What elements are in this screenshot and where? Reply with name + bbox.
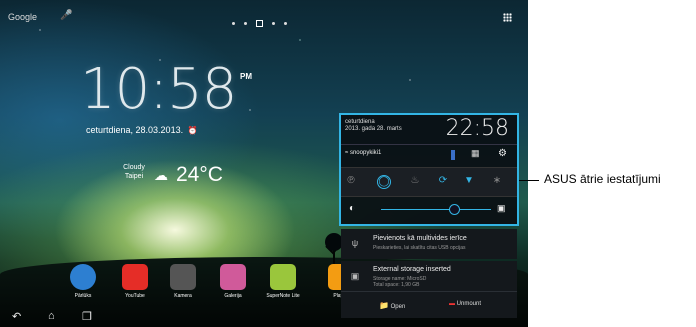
screen-mode-icon[interactable]: ▣ <box>497 203 506 214</box>
mobile-data-toggle-icon[interactable]: ℗ <box>343 173 359 189</box>
notification-title: External storage inserted <box>373 266 451 273</box>
alarm-icon: ⏰ <box>187 126 198 135</box>
page-dot <box>232 22 235 26</box>
page-dot <box>272 22 275 26</box>
eject-icon: ▬ <box>449 301 455 307</box>
wifi-icon: ≈ <box>345 150 349 156</box>
cloud-icon: ☁ <box>154 167 168 183</box>
callout-label: ASUS ātrie iestatījumi <box>544 172 661 186</box>
notification-actions: 📁 Open ▬ Unmount <box>341 291 517 318</box>
notification-title: Pievienots kā multivides ierīce <box>373 235 467 242</box>
notification-usb[interactable]: ψ Pievienots kā multivides ierīce Pieska… <box>341 229 517 259</box>
notification-storage[interactable]: ▣ External storage inserted Storage name… <box>341 261 517 291</box>
tablet-home-screen: Google 🎤 10:58 PM ceturtdiena, 28.03.201… <box>0 0 528 327</box>
battery-icon <box>451 150 455 160</box>
dock-app[interactable]: YouTube <box>118 264 152 299</box>
dock-app-label: Pārlūks <box>74 293 92 299</box>
notification-panel: ceturtdiena 2013. gada 28. marts 22:58 ≈… <box>339 113 519 325</box>
weather-temperature: 24°C <box>176 163 223 186</box>
home-page-marker <box>256 20 263 28</box>
dock-app-label: SuperNote Lite <box>266 293 300 299</box>
wifi-toggle-icon[interactable]: ▼ <box>461 173 477 189</box>
dock-app-label: Galerija <box>224 293 242 299</box>
recent-apps-icon[interactable]: ❐ <box>82 310 92 323</box>
brightness-row: ◐ ▣ <box>341 195 517 224</box>
back-icon[interactable]: ↶ <box>12 310 21 323</box>
qs-toggle-row: ℗ ◯ ♨ ⟳ ▼ ∗ <box>341 167 517 197</box>
apps-grid-icon[interactable] <box>503 13 512 22</box>
weather-condition: Cloudy <box>123 164 145 171</box>
page-dot <box>244 22 247 26</box>
qs-time: 22:58 <box>445 116 509 141</box>
weather-city: Taipei <box>124 173 144 180</box>
google-search-label[interactable]: Google <box>8 12 37 22</box>
dock-app[interactable]: Kamera <box>166 264 200 299</box>
clock-widget[interactable]: 10:58 PM ceturtdiena, 28.03.2013. ⏰ <box>80 57 252 138</box>
microphone-icon[interactable]: 🎤 <box>60 10 72 21</box>
top-bar: Google 🎤 <box>0 0 528 32</box>
unmount-button[interactable]: ▬ Unmount <box>449 301 481 307</box>
supernote-icon <box>270 264 296 290</box>
wifi-name: snoopykiki1 <box>349 150 382 156</box>
clock-time: 10:58 <box>80 57 237 122</box>
brightness-slider-handle[interactable] <box>449 204 460 215</box>
settings-gear-icon[interactable]: ⚙ <box>498 148 507 159</box>
camera-icon <box>170 264 196 290</box>
gallery-icon <box>220 264 246 290</box>
qs-day: ceturtdiena <box>345 119 375 125</box>
dock-app-label: YouTube <box>125 293 145 299</box>
notification-storage-space: Total space: 1,90 GB <box>373 282 420 288</box>
clock-date: ceturtdiena, 28.03.2013. <box>86 125 184 135</box>
asus-quick-settings: ceturtdiena 2013. gada 28. marts 22:58 ≈… <box>339 113 519 226</box>
qs-status-row: ≈ snoopykiki1 ▦ ⚙ <box>341 144 517 167</box>
usb-icon: ψ <box>351 238 359 248</box>
home-icon[interactable]: ⌂ <box>48 310 55 322</box>
sd-card-icon: ▣ <box>350 271 360 281</box>
unmount-label: Unmount <box>456 301 482 307</box>
youtube-icon <box>122 264 148 290</box>
brightness-icon: ◐ <box>349 203 356 214</box>
dock-app[interactable]: Galerija <box>216 264 250 299</box>
page-dot <box>284 22 287 26</box>
notification-subtitle: Pieskarieties, lai skatītu citas USB opc… <box>373 245 466 251</box>
auto-rotate-toggle-icon[interactable]: ⟳ <box>435 173 451 189</box>
bluetooth-toggle-icon[interactable]: ∗ <box>489 173 505 189</box>
page-indicator <box>232 15 296 33</box>
qs-date: 2013. gada 28. marts <box>345 126 402 132</box>
callout-line <box>519 180 539 181</box>
dock-app[interactable]: Pārlūks <box>66 264 100 299</box>
flame-toggle-icon[interactable]: ♨ <box>407 173 423 189</box>
brightness-slider-track[interactable] <box>381 209 491 210</box>
clock-ampm: PM <box>240 72 252 81</box>
power-saver-toggle-icon[interactable]: ◯ <box>377 175 391 189</box>
dock-app[interactable]: SuperNote Lite <box>266 264 300 299</box>
dock-app-label: Kamera <box>174 293 192 299</box>
folder-icon: 📁 <box>379 301 389 310</box>
wifi-network[interactable]: ≈ snoopykiki1 <box>345 150 381 156</box>
globe-icon <box>70 264 96 290</box>
open-button[interactable]: 📁 Open <box>379 301 405 310</box>
qr-icon[interactable]: ▦ <box>471 148 480 159</box>
open-label: Open <box>390 304 406 310</box>
